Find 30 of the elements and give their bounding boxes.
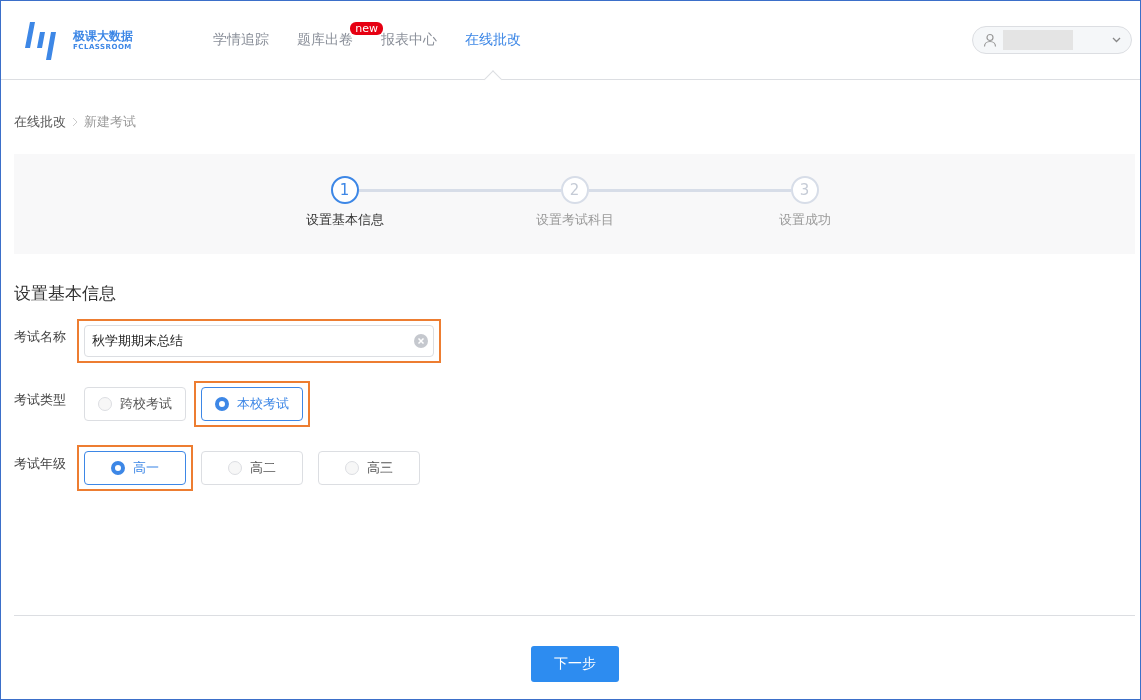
- radio-option[interactable]: 高二: [201, 451, 303, 485]
- step-number: 3: [790, 176, 819, 204]
- clear-icon[interactable]: [414, 334, 428, 348]
- nav-tab[interactable]: 报表中心: [381, 31, 437, 49]
- breadcrumb-link[interactable]: 在线批改: [14, 113, 66, 131]
- step-label: 设置基本信息: [305, 211, 384, 229]
- step-label: 设置成功: [778, 211, 831, 229]
- next-step-button[interactable]: 下一步: [530, 646, 619, 682]
- radio-option[interactable]: 高一: [84, 451, 186, 485]
- radio-option[interactable]: 高三: [318, 451, 420, 485]
- radio-option[interactable]: 跨校考试: [84, 387, 186, 421]
- field-label: 考试名称: [14, 328, 67, 346]
- field-label: 考试类型: [14, 391, 67, 409]
- step-number: 1: [330, 176, 359, 204]
- nav-tab[interactable]: 学情追踪: [213, 31, 269, 49]
- chevron-down-icon: [1112, 37, 1121, 43]
- logo-title: 极课大数据: [73, 29, 133, 43]
- exam-name-field[interactable]: 秋学期期末总结: [84, 325, 434, 357]
- nav-tab[interactable]: 在线批改: [465, 31, 521, 49]
- section-title: 设置基本信息: [14, 282, 117, 305]
- step-label: 设置考试科目: [535, 211, 614, 229]
- radio-option[interactable]: 本校考试: [201, 387, 303, 421]
- chevron-right-icon: [72, 117, 78, 127]
- field-label: 考试年级: [14, 455, 67, 473]
- nav-tab[interactable]: 题库出卷: [297, 31, 353, 49]
- user-dropdown[interactable]: [972, 26, 1132, 54]
- user-icon: [983, 33, 997, 47]
- breadcrumb-link[interactable]: 新建考试: [84, 113, 136, 131]
- new-badge: new: [350, 22, 383, 35]
- step-number: 2: [560, 176, 589, 204]
